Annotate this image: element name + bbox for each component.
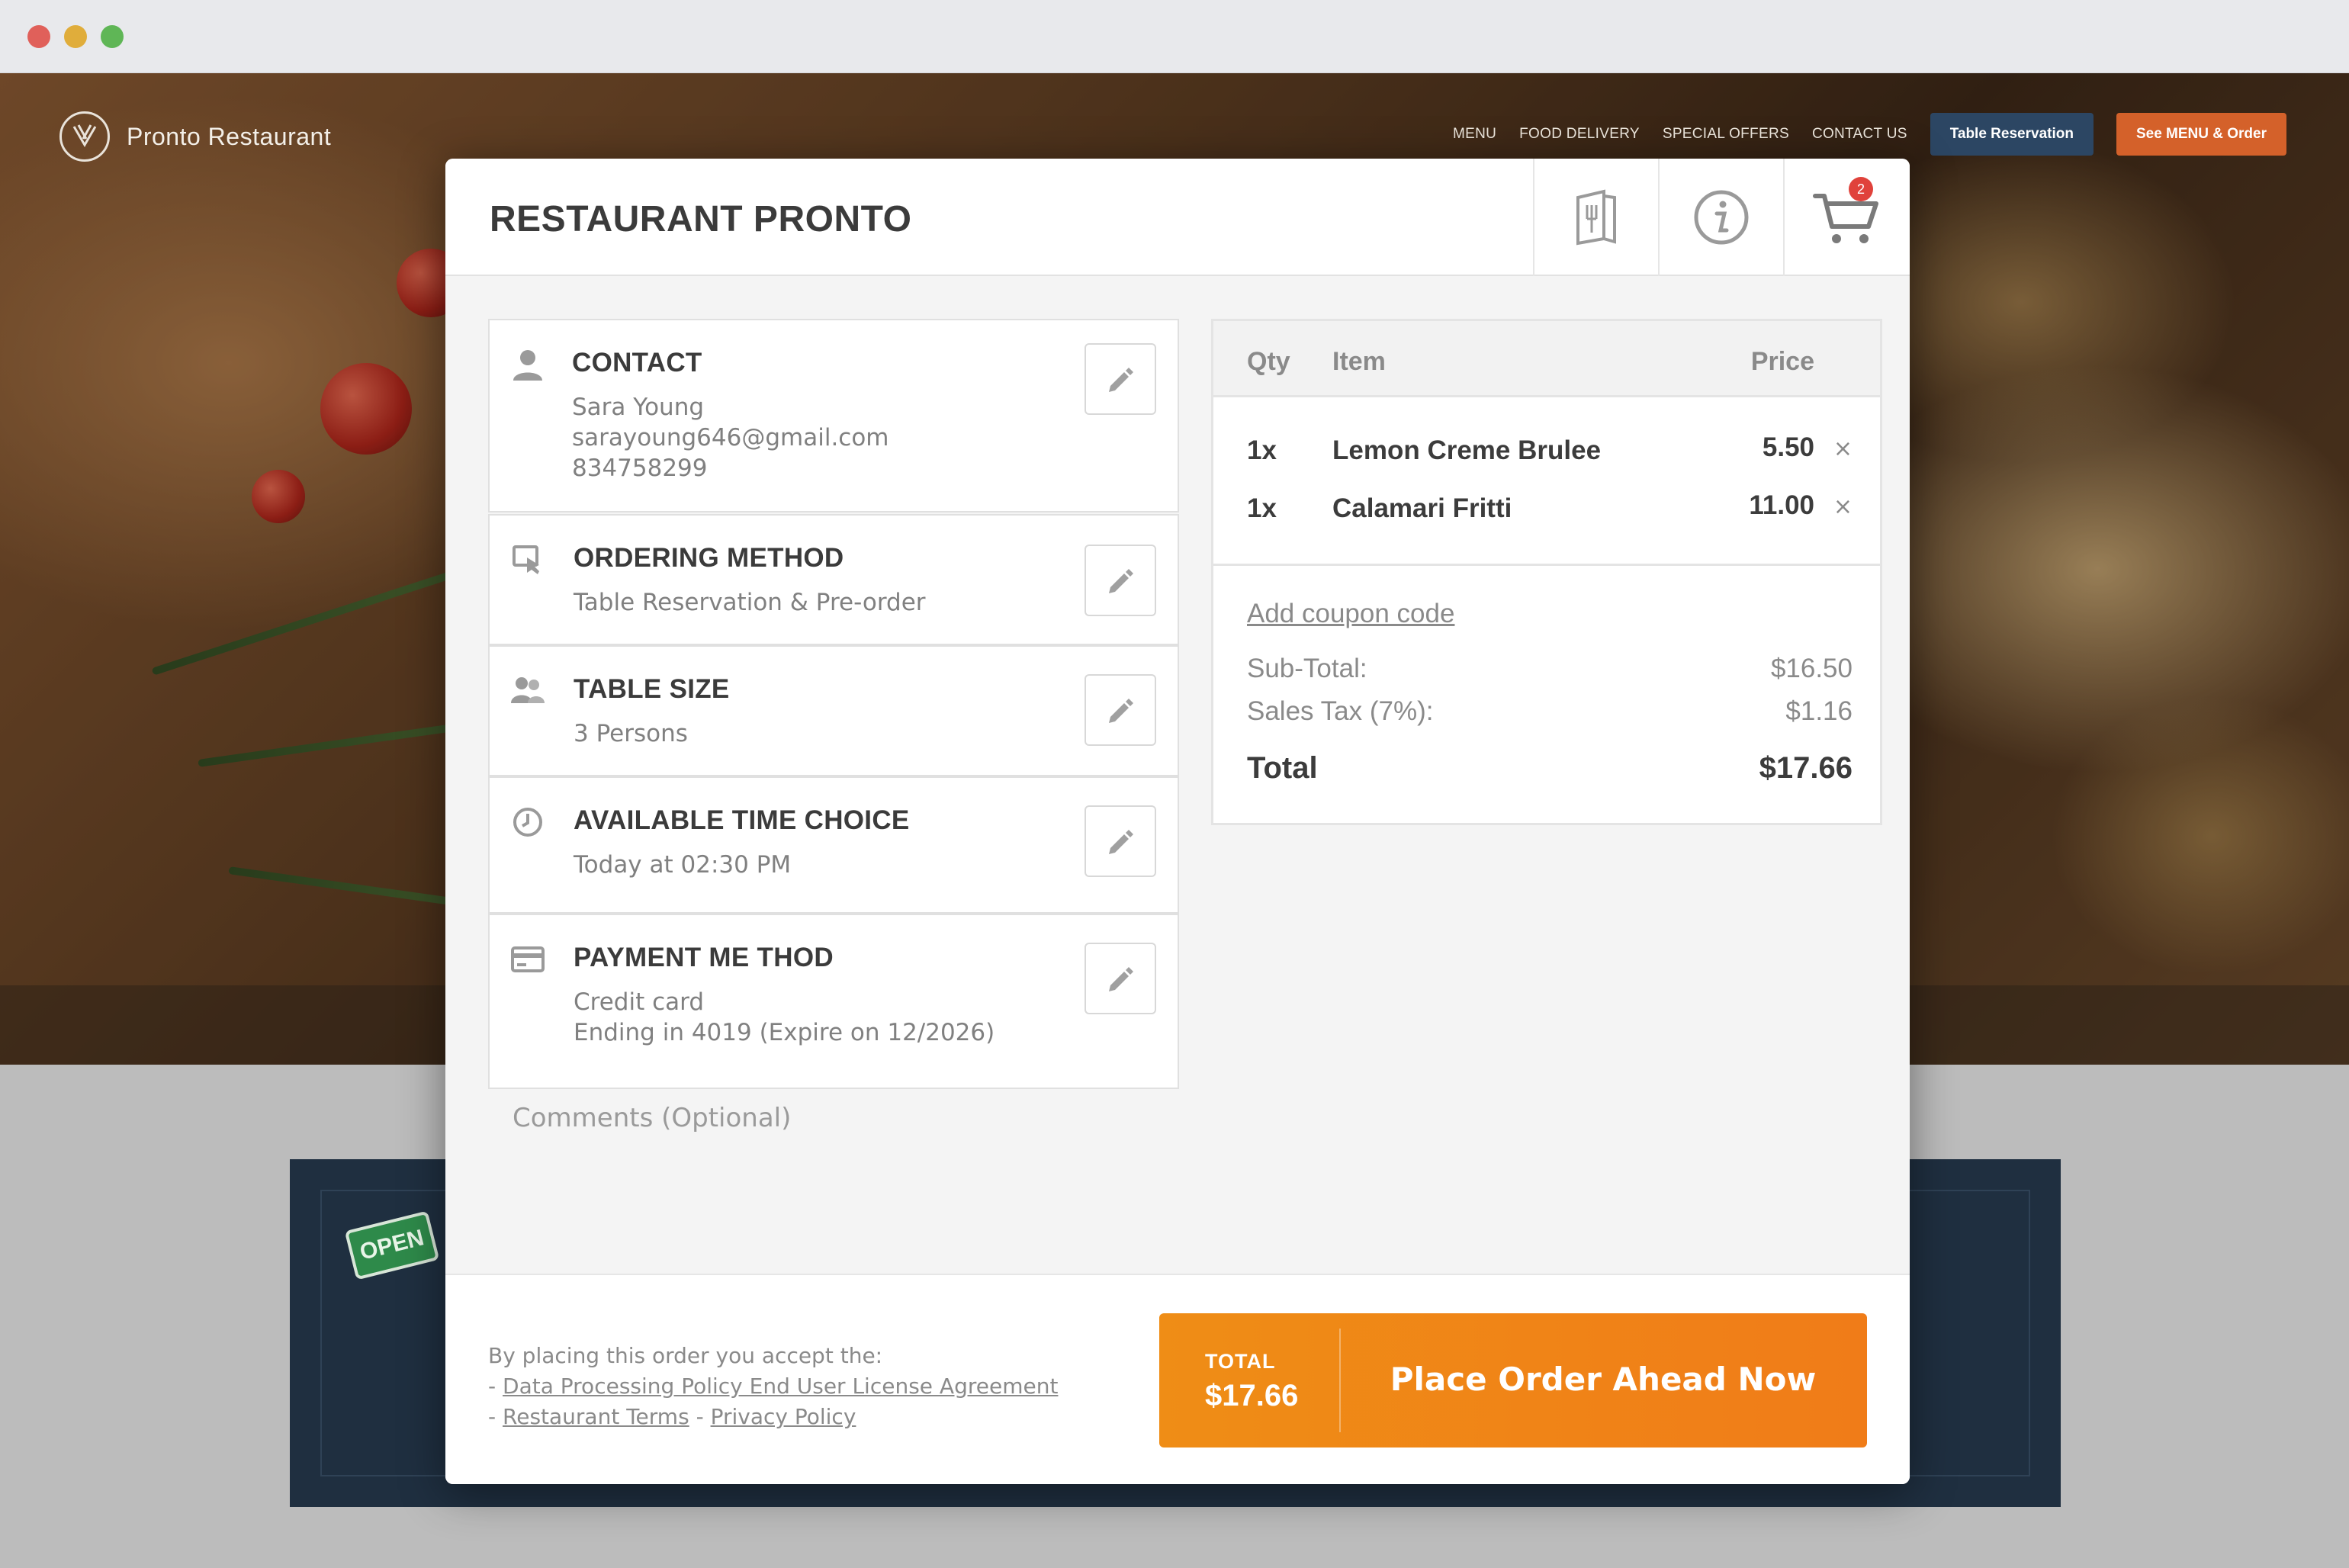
cart-count-badge: 2 (1849, 177, 1873, 201)
nav-menu-link[interactable]: MENU (1453, 126, 1496, 143)
payment-method-card: PAYMENT ME THOD Credit card Ending in 40… (488, 914, 1179, 1089)
window-close-button[interactable] (27, 25, 50, 48)
button-total-label: TOTAL (1205, 1350, 1276, 1373)
contact-email: sarayoung646@gmail.com (572, 424, 889, 451)
order-item-row: 1x Calamari Fritti 11.00 × (1213, 486, 1880, 532)
pencil-icon (1109, 830, 1133, 854)
payment-method-type: Credit card (574, 988, 704, 1016)
add-coupon-link[interactable]: Add coupon code (1247, 599, 1454, 629)
subtotal-row: Sub-Total: $16.50 (1247, 654, 1853, 687)
site-logo[interactable]: Pronto Restaurant (59, 111, 331, 162)
terms-intro: By placing this order you accept the: (488, 1343, 883, 1368)
sales-tax-label: Sales Tax (7%): (1247, 696, 1434, 726)
remove-item-icon[interactable]: × (1833, 435, 1853, 462)
subtotal-value: $16.50 (1770, 654, 1853, 683)
terms-separator: - (689, 1404, 711, 1429)
terms-bullet: - (488, 1374, 503, 1399)
nav-special-offers-link[interactable]: SPECIAL OFFERS (1663, 126, 1789, 143)
menu-book-button[interactable] (1533, 159, 1658, 276)
browser-chrome (0, 0, 2349, 73)
info-icon (1694, 190, 1749, 245)
item-price: 5.50 (1762, 432, 1814, 462)
pencil-icon (1109, 569, 1133, 593)
button-total-value: $17.66 (1205, 1379, 1299, 1412)
summary-header: Qty Item Price (1213, 321, 1880, 397)
logo-text: Pronto Restaurant (127, 122, 332, 150)
comments-input[interactable]: Comments (Optional) (513, 1103, 791, 1133)
privacy-policy-link[interactable]: Privacy Policy (711, 1404, 856, 1429)
modal-footer: By placing this order you accept the: - … (445, 1274, 1910, 1484)
terms-text: By placing this order you accept the: - … (488, 1341, 1058, 1432)
ordering-method-title: ORDERING METHOD (574, 543, 844, 573)
place-order-button[interactable]: TOTAL $17.66 Place Order Ahead Now (1159, 1313, 1867, 1448)
item-name: Calamari Fritti (1332, 493, 1512, 523)
see-menu-order-button[interactable]: See MENU & Order (2116, 113, 2286, 156)
qty-column-header: Qty (1247, 347, 1290, 376)
total-value: $17.66 (1759, 751, 1853, 785)
edit-contact-button[interactable] (1085, 343, 1156, 415)
credit-card-icon (511, 943, 545, 976)
ordering-method-value: Table Reservation & Pre-order (574, 589, 926, 616)
item-qty: 1x (1247, 493, 1277, 523)
summary-divider (1213, 564, 1880, 566)
nav-contact-us-link[interactable]: CONTACT US (1812, 126, 1907, 143)
time-choice-card: AVAILABLE TIME CHOICE Today at 02:30 PM (488, 776, 1179, 914)
pencil-icon (1109, 368, 1133, 392)
edit-payment-method-button[interactable] (1085, 943, 1156, 1014)
item-qty: 1x (1247, 435, 1277, 465)
top-navigation: MENU FOOD DELIVERY SPECIAL OFFERS CONTAC… (1453, 113, 2286, 156)
menu-book-icon (1576, 189, 1616, 246)
contact-name: Sara Young (572, 394, 705, 421)
total-row: Total $17.66 (1247, 751, 1853, 785)
restaurant-terms-link[interactable]: Restaurant Terms (503, 1404, 689, 1429)
remove-item-icon[interactable]: × (1833, 493, 1853, 520)
nav-food-delivery-link[interactable]: FOOD DELIVERY (1519, 126, 1640, 143)
price-column-header: Price (1750, 347, 1814, 376)
edit-table-size-button[interactable] (1085, 674, 1156, 746)
contact-card: CONTACT Sara Young sarayoung646@gmail.co… (488, 319, 1179, 512)
payment-card-details: Ending in 4019 (Expire on 12/2026) (574, 1019, 995, 1046)
item-column-header: Item (1332, 347, 1386, 376)
people-icon (511, 674, 545, 708)
table-size-value: 3 Persons (574, 720, 688, 747)
fork-knife-logo-icon (59, 111, 110, 162)
window-minimize-button[interactable] (64, 25, 87, 48)
pencil-icon (1109, 967, 1133, 991)
edit-time-choice-button[interactable] (1085, 805, 1156, 877)
sales-tax-value: $1.16 (1785, 696, 1853, 726)
terms-line-1: - Data Processing Policy End User Licens… (488, 1371, 1058, 1402)
table-reservation-button[interactable]: Table Reservation (1930, 113, 2094, 156)
sales-tax-row: Sales Tax (7%): $1.16 (1247, 696, 1853, 730)
table-size-title: TABLE SIZE (574, 674, 730, 704)
payment-method-title: PAYMENT ME THOD (574, 943, 834, 972)
clock-icon (511, 805, 545, 839)
touch-screen-icon (511, 543, 545, 577)
order-modal: RESTAURANT PRONTO 2 CONTACT Sara Young s… (445, 159, 1910, 1484)
pencil-icon (1109, 699, 1133, 723)
user-icon (511, 348, 545, 381)
edit-ordering-method-button[interactable] (1085, 545, 1156, 616)
subtotal-label: Sub-Total: (1247, 654, 1367, 683)
item-price: 11.00 (1749, 490, 1814, 520)
contact-title: CONTACT (572, 348, 702, 378)
table-size-card: TABLE SIZE 3 Persons (488, 645, 1179, 776)
modal-title: RESTAURANT PRONTO (490, 199, 912, 239)
time-choice-title: AVAILABLE TIME CHOICE (574, 805, 910, 835)
time-choice-value: Today at 02:30 PM (574, 851, 792, 879)
terms-line-2: - Restaurant Terms - Privacy Policy (488, 1402, 1058, 1432)
terms-bullet: - (488, 1404, 503, 1429)
window-maximize-button[interactable] (101, 25, 124, 48)
data-processing-policy-link[interactable]: Data Processing Policy End User License … (503, 1374, 1058, 1399)
cart-button[interactable]: 2 (1783, 159, 1908, 276)
info-button[interactable] (1658, 159, 1783, 276)
order-summary: Qty Item Price 1x Lemon Creme Brulee 5.5… (1211, 319, 1882, 825)
item-name: Lemon Creme Brulee (1332, 435, 1602, 465)
total-label: Total (1247, 751, 1318, 785)
contact-phone: 834758299 (572, 455, 708, 482)
place-order-label: Place Order Ahead Now (1390, 1361, 1817, 1398)
modal-header: RESTAURANT PRONTO 2 (445, 159, 1910, 276)
ordering-method-card: ORDERING METHOD Table Reservation & Pre-… (488, 514, 1179, 645)
order-item-row: 1x Lemon Creme Brulee 5.50 × (1213, 428, 1880, 474)
